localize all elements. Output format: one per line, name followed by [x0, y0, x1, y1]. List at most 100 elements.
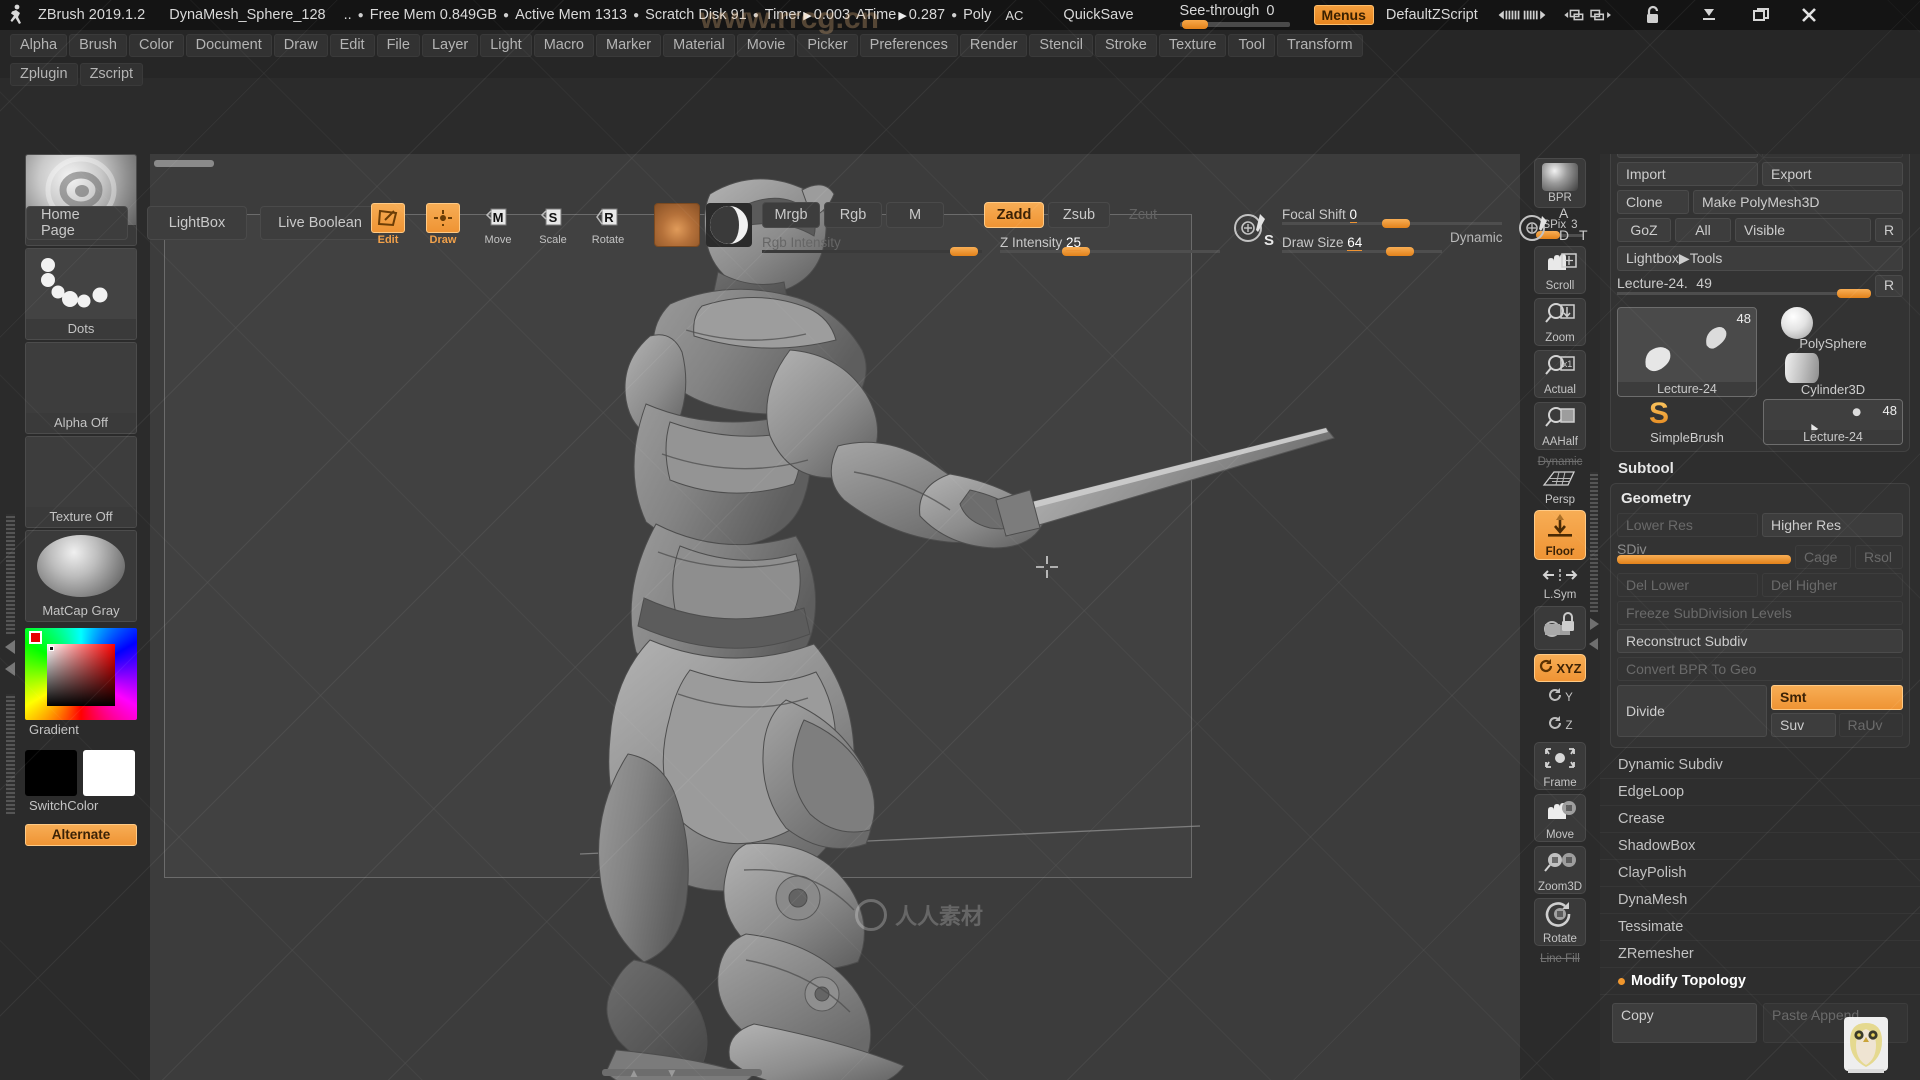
menu-item-color[interactable]: Color	[128, 33, 184, 57]
stroke-thumb[interactable]: Dots	[25, 248, 137, 340]
geometry-section-header[interactable]: Geometry	[1621, 490, 1903, 507]
suv-button[interactable]: Suv	[1771, 713, 1836, 737]
alpha-thumb[interactable]: Alpha Off	[25, 342, 137, 434]
dynamic-label[interactable]: Dynamic	[1450, 230, 1503, 245]
edit-mode-button[interactable]: Edit	[368, 203, 408, 247]
menu-item-material[interactable]: Material	[663, 33, 735, 57]
goz-button[interactable]: GoZ	[1617, 218, 1671, 242]
lock-icon[interactable]	[1640, 4, 1666, 26]
menu-item-edit[interactable]: Edit	[329, 33, 375, 57]
lightbox-button[interactable]: LightBox	[147, 206, 247, 240]
z-axis-button[interactable]: Z	[1534, 712, 1586, 738]
floor-button[interactable]: Floor	[1534, 510, 1586, 560]
left-scrollbar-2[interactable]	[6, 694, 15, 814]
menu-item-brush[interactable]: Brush	[69, 33, 127, 57]
zoom-button[interactable]: Zoom	[1534, 298, 1586, 346]
tool-thumb-lecture-24-large[interactable]: 48 Lecture-24	[1617, 307, 1757, 397]
color-gradient-area[interactable]	[47, 644, 115, 706]
move-mode-button[interactable]: M Move	[478, 203, 518, 247]
draw-size-slider[interactable]: Draw Size 64	[1282, 230, 1442, 256]
all-button[interactable]: All	[1675, 218, 1731, 242]
rgb-intensity-knob[interactable]	[950, 247, 978, 256]
secondary-color-swatch[interactable]	[83, 750, 135, 796]
active-tool-slider[interactable]: Lecture-24. 49	[1617, 275, 1871, 299]
stroke-selector[interactable]: Dots	[25, 248, 137, 340]
left-scrollbar[interactable]	[6, 514, 15, 634]
left-arrow-down-icon[interactable]	[3, 660, 17, 683]
line-fill-button[interactable]: Line Fill	[1534, 948, 1586, 968]
sculpt-model[interactable]	[150, 154, 1520, 1080]
active-tool-track[interactable]	[1617, 292, 1871, 295]
visible-button[interactable]: Visible	[1735, 218, 1871, 242]
d-badge[interactable]: D	[1559, 227, 1569, 243]
active-tool-knob[interactable]	[1837, 289, 1871, 298]
timer-play-icon[interactable]: ▶	[803, 9, 811, 22]
menu-item-picker[interactable]: Picker	[797, 33, 858, 57]
actual-button[interactable]: x1 Actual	[1534, 350, 1586, 398]
menu-item-alpha[interactable]: Alpha	[10, 33, 68, 57]
ad-brush-icon[interactable]	[1514, 206, 1554, 250]
menu-item-marker[interactable]: Marker	[595, 33, 662, 57]
export-button[interactable]: Export	[1762, 162, 1903, 186]
draw-mode-button[interactable]: Draw	[423, 203, 463, 247]
tool-thumb-cylinder3d[interactable]: Cylinder3D	[1763, 353, 1903, 397]
next-window-icon[interactable]	[1588, 4, 1614, 26]
rgb-button[interactable]: Rgb	[824, 202, 882, 228]
color-picker[interactable]: Gradient	[25, 628, 137, 740]
primary-color-swatch[interactable]	[25, 750, 77, 796]
menu-item-layer[interactable]: Layer	[421, 33, 479, 57]
menu-item-file[interactable]: File	[376, 33, 420, 57]
reconstruct-subdiv-button[interactable]: Reconstruct Subdiv	[1617, 629, 1903, 653]
menu-item-macro[interactable]: Macro	[533, 33, 594, 57]
prev-tray-icon[interactable]	[1496, 4, 1522, 26]
bpr-button[interactable]: BPR	[1534, 158, 1586, 208]
live-boolean-button[interactable]: Live Boolean	[260, 206, 380, 240]
zadd-button[interactable]: Zadd	[984, 202, 1044, 228]
switch-color[interactable]: SwitchColor	[25, 750, 137, 816]
move-nav-button[interactable]: Move	[1534, 794, 1586, 842]
a-badge[interactable]: A	[1559, 205, 1568, 221]
xyz-button[interactable]: XYZ	[1534, 654, 1586, 682]
prev-window-icon[interactable]	[1562, 4, 1588, 26]
zoom3d-button[interactable]: Zoom3D	[1534, 846, 1586, 894]
goz-r-button[interactable]: R	[1875, 218, 1903, 242]
import-button[interactable]: Import	[1617, 162, 1758, 186]
material-swatch-button[interactable]	[654, 203, 700, 247]
menu-item-texture[interactable]: Texture	[1158, 33, 1227, 57]
rotate-nav-button[interactable]: Rotate	[1534, 898, 1586, 946]
restore-icon[interactable]	[1748, 4, 1774, 26]
sdiv-slider[interactable]: SDiv	[1617, 541, 1791, 565]
section-dynamesh[interactable]: DynaMesh	[1600, 887, 1920, 914]
copy-button[interactable]: Copy	[1612, 1003, 1757, 1043]
section-crease[interactable]: Crease	[1600, 806, 1920, 833]
see-through-knob[interactable]	[1181, 20, 1208, 29]
menu-item-zscript[interactable]: Zscript	[79, 62, 144, 86]
tool-thumb-lecture-24-current[interactable]: 48 Lecture-24	[1763, 399, 1903, 445]
zcut-button[interactable]: Zcut	[1114, 202, 1172, 228]
z-intensity-slider[interactable]: Z Intensity 25	[1000, 230, 1220, 256]
document-name[interactable]: DynaMesh_Sphere_128	[169, 7, 325, 23]
canvas-scroll-arrows[interactable]: ▲▼	[628, 1066, 704, 1080]
viewport[interactable]: ▲▼ 人人素材	[150, 154, 1520, 1080]
tool-thumb-simplebrush[interactable]: S SimpleBrush	[1617, 397, 1757, 445]
texture-thumb[interactable]: Texture Off	[25, 436, 137, 528]
section-dynamic-subdiv[interactable]: Dynamic Subdiv	[1600, 752, 1920, 779]
rotate-mode-button[interactable]: R Rotate	[588, 203, 628, 247]
menu-item-tool[interactable]: Tool	[1228, 33, 1276, 57]
brush-s-icon[interactable]: S	[1228, 206, 1274, 250]
lightbox-tools-button[interactable]: Lightbox▶Tools	[1617, 246, 1903, 271]
menu-item-stencil[interactable]: Stencil	[1029, 33, 1093, 57]
tool-slider-r-button[interactable]: R	[1875, 275, 1903, 297]
see-through-slider[interactable]: See-through 0	[1179, 3, 1290, 29]
section-claypolish[interactable]: ClayPolish	[1600, 860, 1920, 887]
rightnav-arrow-left-icon[interactable]	[1588, 636, 1600, 657]
next-tray-icon[interactable]	[1522, 4, 1548, 26]
menu-item-draw[interactable]: Draw	[273, 33, 328, 57]
section-tessimate[interactable]: Tessimate	[1600, 914, 1920, 941]
section-edgeloop[interactable]: EdgeLoop	[1600, 779, 1920, 806]
menu-item-zplugin[interactable]: Zplugin	[10, 62, 78, 86]
clone-button[interactable]: Clone	[1617, 190, 1689, 214]
scale-mode-button[interactable]: S Scale	[533, 203, 573, 247]
frame-button[interactable]: Frame	[1534, 742, 1586, 790]
camera-lock-button[interactable]	[1534, 606, 1586, 650]
